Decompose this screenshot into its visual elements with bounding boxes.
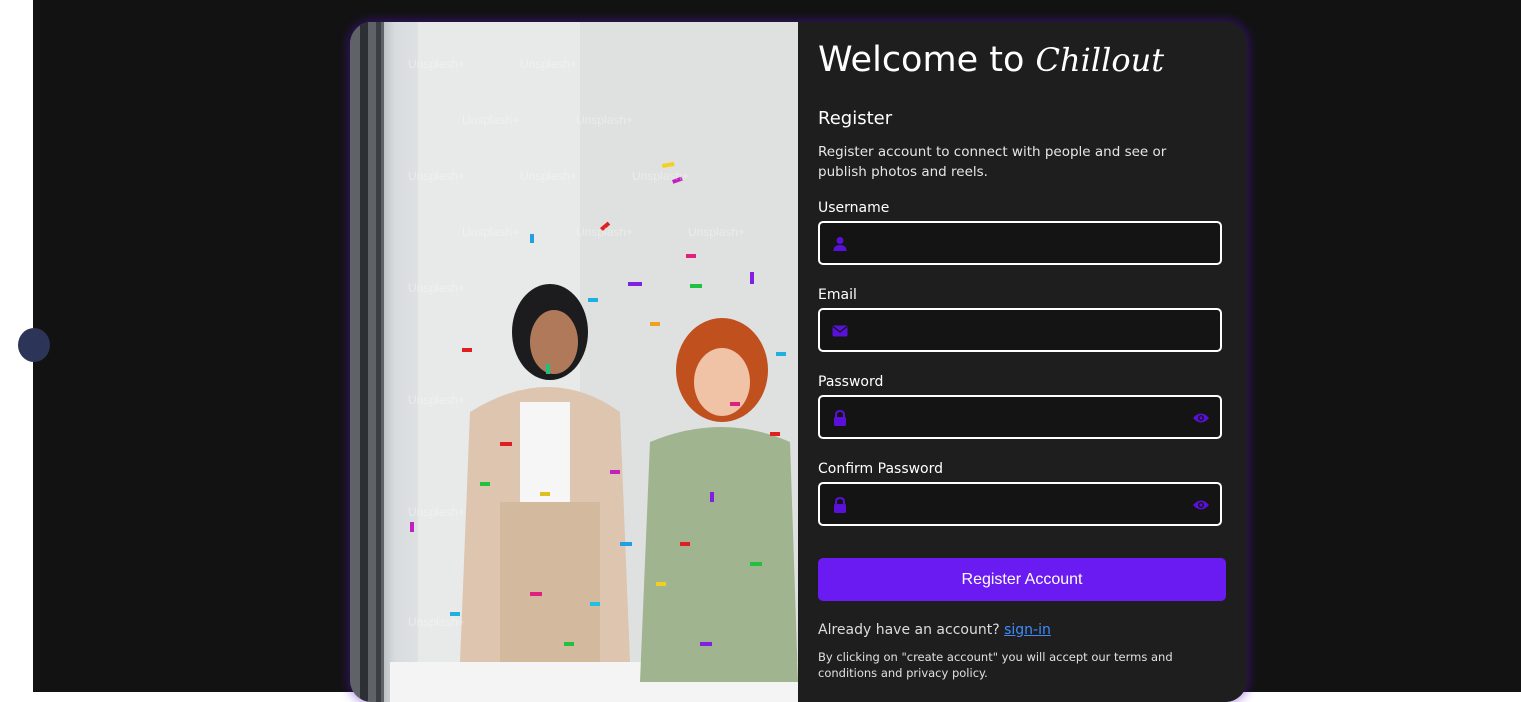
register-account-button[interactable]: Register Account: [818, 558, 1226, 601]
photo-watermark: Unsplash+: [688, 225, 745, 239]
photo-watermark: Unsplash+: [408, 393, 465, 407]
hero-photo: Unsplash+ Unsplash+ Unsplash+ Unsplash+ …: [350, 22, 798, 702]
confirm-password-field-wrapper: [818, 482, 1222, 526]
celebration-illustration: Unsplash+ Unsplash+ Unsplash+ Unsplash+ …: [350, 22, 798, 702]
password-label: Password: [818, 374, 884, 390]
photo-watermark: Unsplash+: [576, 113, 633, 127]
signin-row: Already have an account? sign-in: [818, 622, 1051, 638]
signin-link[interactable]: sign-in: [1004, 622, 1051, 638]
register-description: Register account to connect with people …: [818, 144, 1167, 180]
lock-icon: [834, 497, 846, 513]
envelope-icon: [832, 325, 848, 337]
eye-icon[interactable]: [1192, 498, 1210, 512]
email-input[interactable]: [860, 310, 1184, 352]
register-card: Unsplash+ Unsplash+ Unsplash+ Unsplash+ …: [350, 22, 1247, 702]
photo-watermark: Unsplash+: [408, 57, 465, 71]
user-icon: [833, 237, 847, 251]
photo-watermark: Unsplash+: [408, 505, 465, 519]
welcome-heading: Welcome to Chillout: [818, 40, 1164, 80]
confirm-password-label: Confirm Password: [818, 461, 944, 477]
signin-prompt: Already have an account?: [818, 622, 1000, 638]
username-label: Username: [818, 200, 890, 216]
confirm-password-input[interactable]: [860, 484, 1184, 526]
photo-watermark: Unsplash+: [520, 57, 577, 71]
username-field-wrapper: [818, 221, 1222, 265]
register-form-panel: Welcome to Chillout Register Register ac…: [798, 22, 1247, 702]
photo-watermark: Unsplash+: [408, 169, 465, 183]
email-label: Email: [818, 287, 857, 303]
photo-watermark: Unsplash+: [462, 225, 519, 239]
email-field-wrapper: [818, 308, 1222, 352]
carousel-prev-dot[interactable]: [18, 328, 50, 362]
photo-watermark: Unsplash+: [408, 615, 465, 629]
lock-icon: [834, 410, 846, 426]
welcome-prefix: Welcome to: [818, 40, 1025, 80]
photo-watermark: Unsplash+: [462, 113, 519, 127]
photo-watermark: Unsplash+: [520, 169, 577, 183]
brand-name: Chillout: [1035, 41, 1165, 79]
password-input[interactable]: [860, 397, 1184, 439]
register-title: Register: [818, 108, 893, 129]
terms-notice: By clicking on "create account" you will…: [818, 650, 1173, 680]
password-field-wrapper: [818, 395, 1222, 439]
photo-watermark: Unsplash+: [408, 281, 465, 295]
username-input[interactable]: [860, 223, 1184, 265]
photo-watermark: Unsplash+: [576, 225, 633, 239]
photo-watermark: Unsplash+: [632, 169, 689, 183]
eye-icon[interactable]: [1192, 411, 1210, 425]
